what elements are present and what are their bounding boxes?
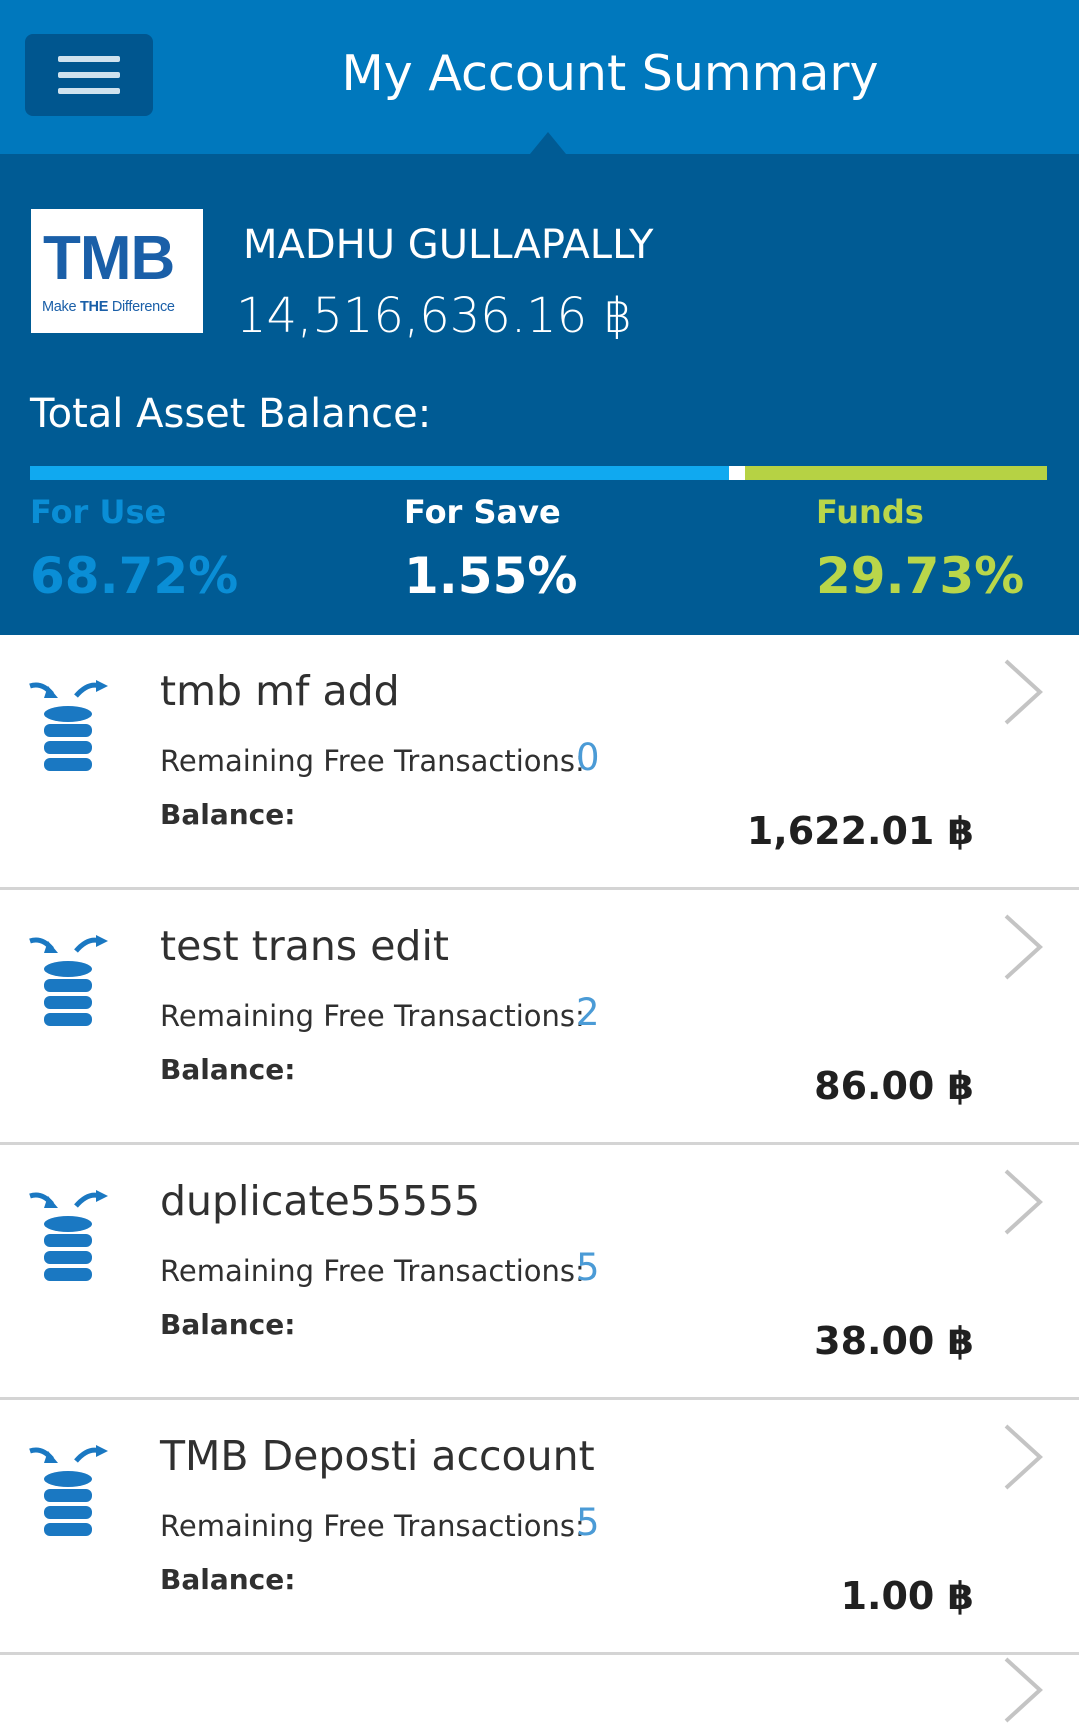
coin-stack-transfer-icon [29,680,108,771]
menu-line [58,88,120,94]
hamburger-menu-button[interactable] [25,34,153,116]
chevron-right-icon[interactable] [1000,1167,1046,1237]
for-save-value: 1.55% [404,547,578,605]
account-list: tmb mf add Remaining Free Transactions: … [0,635,1079,1655]
funds-value: 29.73% [816,547,1025,605]
chevron-right-icon[interactable] [1000,1422,1046,1492]
balance-label: Balance: [160,798,296,831]
chevron-right-icon[interactable] [1000,1655,1046,1725]
account-name: test trans edit [160,922,449,970]
for-save-segment [728,466,745,480]
remaining-transactions-value: 0 [576,736,600,779]
coin-stack-transfer-icon [29,1190,108,1281]
menu-line [58,56,120,62]
remaining-transactions-value: 5 [576,1246,600,1289]
remaining-transactions-value: 5 [576,1501,600,1544]
user-total-balance: 14,516,636.16 ฿ [236,288,633,344]
total-asset-label: Total Asset Balance: [30,391,432,437]
for-use-value: 68.72% [30,547,239,605]
balance-label: Balance: [160,1053,296,1086]
funds-label: Funds [816,493,924,531]
account-name: TMB Deposti account [160,1432,595,1480]
for-use-segment [30,466,729,480]
chevron-right-icon[interactable] [1000,912,1046,982]
account-balance: 1.00 ฿ [840,1574,974,1618]
logo-text: TMB [43,224,175,293]
balance-label: Balance: [160,1563,296,1596]
funds-segment [744,466,1047,480]
remaining-transactions-label: Remaining Free Transactions: [160,999,585,1033]
remaining-transactions-label: Remaining Free Transactions: [160,1509,585,1543]
account-balance: 86.00 ฿ [814,1064,974,1108]
chevron-right-icon[interactable] [1000,657,1046,727]
asset-allocation-bar [30,466,1047,480]
account-summary-panel: TMB Make THE Difference MADHU GULLAPALLY… [0,154,1079,635]
remaining-transactions-label: Remaining Free Transactions: [160,1254,585,1288]
balance-label: Balance: [160,1308,296,1341]
account-name: tmb mf add [160,667,400,715]
remaining-transactions-value: 2 [576,991,600,1034]
for-save-label: For Save [404,493,561,531]
page-title: My Account Summary [341,45,879,102]
remaining-transactions-label: Remaining Free Transactions: [160,744,585,778]
logo-tagline: Make THE Difference [42,299,175,315]
account-balance: 38.00 ฿ [814,1319,974,1363]
account-row[interactable]: duplicate55555 Remaining Free Transactio… [0,1145,1079,1400]
account-name: duplicate55555 [160,1177,481,1225]
account-row[interactable]: TMB Deposti account Remaining Free Trans… [0,1400,1079,1655]
tmb-logo: TMB Make THE Difference [31,209,203,333]
for-use-label: For Use [30,493,167,531]
header-pointer [530,132,566,154]
account-balance: 1,622.01 ฿ [746,809,974,853]
account-row[interactable]: test trans edit Remaining Free Transacti… [0,890,1079,1145]
app-header: My Account Summary [0,0,1079,154]
user-name: MADHU GULLAPALLY [243,222,654,268]
coin-stack-transfer-icon [29,935,108,1026]
account-row[interactable]: tmb mf add Remaining Free Transactions: … [0,635,1079,890]
menu-line [58,72,120,78]
coin-stack-transfer-icon [29,1445,108,1536]
